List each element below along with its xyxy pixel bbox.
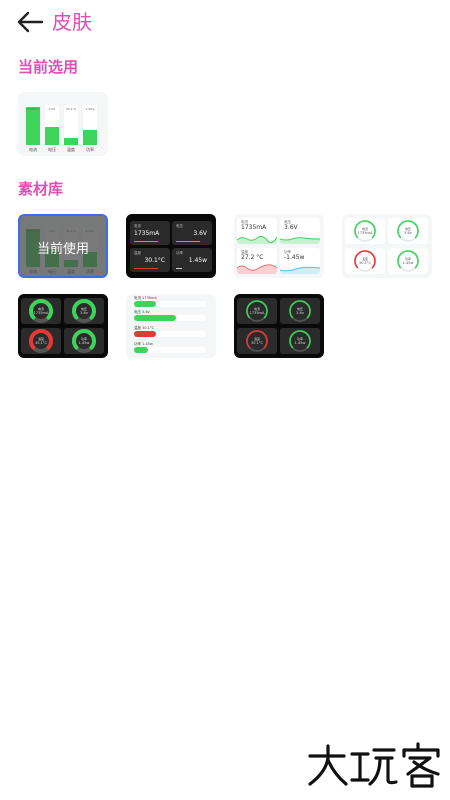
gauge-value: 1735mA xyxy=(249,311,265,315)
current-use-overlay: 当前使用 xyxy=(18,214,108,278)
gauge-value: 3.6v xyxy=(80,311,88,315)
progress-fill xyxy=(134,331,156,337)
gauge-tile: 功率 1.45w xyxy=(280,328,320,354)
tile-line xyxy=(134,240,158,242)
wave-graph xyxy=(280,237,320,244)
dark-tile: 电压 3.6V xyxy=(172,221,212,245)
progress-fill xyxy=(134,315,176,321)
gauge-value: 3.6v xyxy=(404,231,412,235)
tile-value: -1.45w xyxy=(284,254,305,261)
gauge-tile: 温度 30.1°C xyxy=(345,248,385,274)
skin-thumbnail-dark-thin-gauges[interactable]: 电流 1735mA 电压 3.6v 温度 30.1°C 功率 1.45w xyxy=(234,294,324,358)
dawanke-logo-watermark xyxy=(308,742,440,788)
progress-track xyxy=(134,301,206,307)
skin-thumbnail-dark-gauges[interactable]: 电流 1735mA 电压 3.6v 温度 30.1°C 功率 1.45w xyxy=(18,294,108,358)
gauge-value: 1.45w xyxy=(78,341,90,345)
skin-thumbnail-light-gauges[interactable]: 电流 1735mA 电压 3.6v 温度 30.1°C 功率 1.45w xyxy=(342,214,432,278)
progress-track xyxy=(134,331,206,337)
bar-fill xyxy=(64,138,78,145)
tile-label: 温度 xyxy=(134,251,141,255)
bar-fill xyxy=(45,127,59,145)
page-title: 皮肤 xyxy=(52,10,92,34)
gauge-value: 1735mA xyxy=(33,311,49,315)
tile-value: 1735mA xyxy=(134,230,160,237)
gauge-tile: 电流 1735mA xyxy=(21,298,61,324)
tile-label: 电流 xyxy=(134,224,141,228)
bar-column: 1.45w xyxy=(83,105,97,145)
tile-value: 1.45w xyxy=(188,257,207,264)
gauge-tile: 温度 30.1°C xyxy=(237,328,277,354)
gauge-value: 3.6v xyxy=(296,311,304,315)
bar-label: 功率 xyxy=(86,147,94,152)
tile-line xyxy=(176,240,200,242)
gauge-tile: 功率 1.45w xyxy=(64,328,104,354)
wave-graph xyxy=(237,235,277,244)
dark-tile: 电流 1735mA xyxy=(130,221,170,245)
wave-tile: 电流 1735mA xyxy=(237,218,277,244)
tile-value: 1735mA xyxy=(241,224,267,231)
gauge-tile: 电压 3.6v xyxy=(388,218,428,244)
bar-column: 3.6V xyxy=(45,105,59,145)
tile-label: 功率 xyxy=(176,251,183,255)
progress-track xyxy=(134,347,206,353)
tile-value: 3.6V xyxy=(193,230,207,237)
gauge-value: 1.45w xyxy=(402,261,414,265)
back-arrow-icon[interactable] xyxy=(16,10,44,34)
wave-tile: 温度 27.2 °C xyxy=(237,248,277,274)
wave-graph xyxy=(280,266,320,274)
tile-value: 30.1°C xyxy=(144,257,165,264)
tile-line xyxy=(176,267,182,269)
skin-thumbnail-progress-bars[interactable]: 电流 1735mA 电压 3.6v 温度 30.1°C 功率 1.45w xyxy=(126,294,216,358)
tile-value: 27.2 °C xyxy=(241,254,264,261)
gauge-tile: 电压 3.6v xyxy=(64,298,104,324)
tile-label: 电压 xyxy=(176,224,183,228)
skin-thumbnail-dark-tiles[interactable]: 电流 1735mA 电压 3.6V 温度 30.1°C 功率 1.45w xyxy=(126,214,216,278)
bar-fill xyxy=(83,130,97,145)
wave-tile: 电压 3.6V xyxy=(280,218,320,244)
dark-tile: 功率 1.45w xyxy=(172,248,212,272)
gauge-value: 1.45w xyxy=(294,341,306,345)
current-use-label: 当前使用 xyxy=(36,242,89,257)
wave-tile: 功率 -1.45w xyxy=(280,248,320,274)
section-library-title: 素材库 xyxy=(18,180,64,198)
wave-graph xyxy=(237,264,277,274)
tile-value: 3.6V xyxy=(284,224,298,231)
current-skin-thumbnail[interactable]: 1735mA 电流 3.6V 电压 30.1°C 温度 1.45w 功率 xyxy=(18,92,108,156)
skin-thumbnail-bars[interactable]: 1735mA电流3.6V电压30.1°C温度1.45w功率 当前使用 xyxy=(18,214,108,278)
section-current-title: 当前选用 xyxy=(18,58,79,76)
gauge-tile: 温度 30.1°C xyxy=(21,328,61,354)
gauge-value: 30.1°C xyxy=(35,341,47,345)
dark-tile: 温度 30.1°C xyxy=(130,248,170,272)
gauge-tile: 电压 3.6v xyxy=(280,298,320,324)
gauge-tile: 电流 1735mA xyxy=(345,218,385,244)
skin-thumbnail-wave-tiles[interactable]: 电流 1735mA 电压 3.6V 温度 27.2 °C 功率 -1.45w xyxy=(234,214,324,278)
gauge-tile: 电流 1735mA xyxy=(237,298,277,324)
progress-fill xyxy=(134,347,148,353)
gauge-value: 30.1°C xyxy=(359,261,371,265)
bar-column: 1735mA xyxy=(26,105,40,145)
progress-fill xyxy=(134,301,156,307)
bar-value-text: 1.45w xyxy=(85,107,95,111)
gauge-value: 1735mA xyxy=(357,231,373,235)
gauge-tile: 功率 1.45w xyxy=(388,248,428,274)
gauge-value: 30.1°C xyxy=(251,341,263,345)
app-header: 皮肤 xyxy=(0,0,450,44)
bar-fill xyxy=(26,107,40,145)
progress-track xyxy=(134,315,206,321)
tile-line xyxy=(134,267,158,269)
bar-column: 30.1°C xyxy=(64,105,78,145)
